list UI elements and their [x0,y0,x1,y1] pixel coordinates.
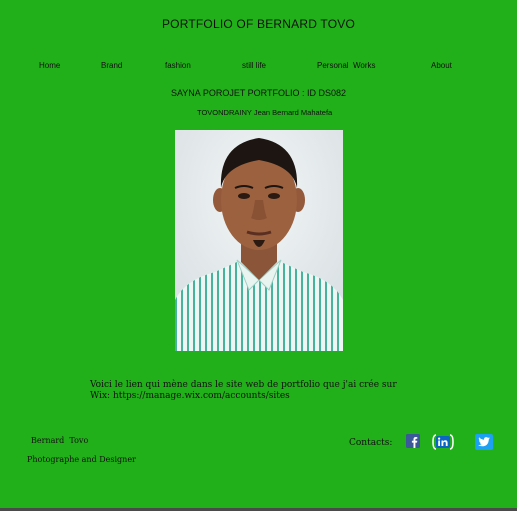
nav-item-personal-works[interactable]: Personal Works [317,61,376,70]
nav-item-brand[interactable]: Brand [101,61,122,70]
twitter-icon[interactable] [475,434,493,455]
contacts-label: Contacts: [349,438,393,448]
page-title: PORTFOLIO OF BERNARD TOVO [161,17,356,31]
nav-item-fashion[interactable]: fashion [165,61,191,70]
description-line-1: Voici le lien qui mène dans le site web … [90,380,397,390]
nav-item-home[interactable]: Home [39,61,60,70]
nav-item-still-life[interactable]: still life [242,61,266,70]
author-name: TOVONDRAINY Jean Bernard Mahatefa [197,108,333,117]
project-subtitle: SAYNA POROJET PORTFOLIO : ID DS082 [170,88,347,98]
portfolio-link-description: Voici le lien qui mène dans le site web … [90,380,410,402]
facebook-icon[interactable] [406,434,420,453]
linkedin-icon[interactable] [432,434,454,455]
page: PORTFOLIO OF BERNARD TOVO Home Brand fas… [0,0,517,508]
portrait-photo [175,130,343,351]
footer-name: Bernard Tovo [31,436,89,445]
nav-item-about[interactable]: About [431,61,452,70]
description-line-2[interactable]: Wix: https://manage.wix.com/accounts/sit… [90,391,410,402]
footer-role: Photographe and Designer [27,455,136,464]
